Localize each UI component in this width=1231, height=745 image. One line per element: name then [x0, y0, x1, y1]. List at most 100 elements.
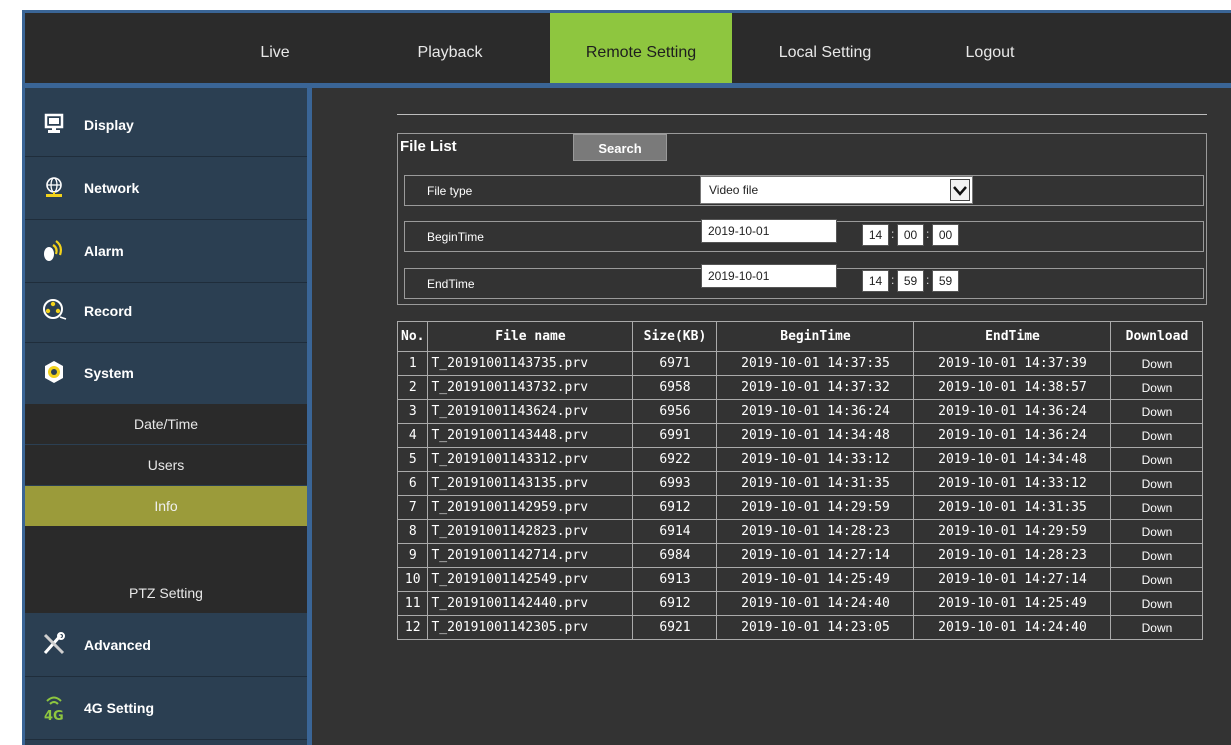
table-row[interactable]: 1 T_20191001143735.prv 6971 2019-10-01 14:3… [396, 351, 1204, 376]
time-separator: : [926, 273, 930, 287]
nav-logout[interactable]: Logout [930, 13, 1050, 83]
cell-end-time: 2019-10-01 14:27:14 [913, 567, 1112, 592]
end-date-input[interactable]: 2019-10-01 [701, 264, 837, 288]
table-row[interactable]: 12 T_20191001142305.prv 6921 2019-10-01 14:… [396, 615, 1204, 640]
sub-item-users[interactable]: Users [25, 445, 307, 485]
chevron-down-icon[interactable] [950, 179, 970, 201]
sidebar-item-system[interactable]: System [25, 342, 307, 405]
cell-size: 6958 [632, 375, 718, 400]
sidebar-item-label: Record [84, 303, 133, 319]
download-link[interactable]: Down [1110, 471, 1204, 496]
cell-begin-time: 2019-10-01 14:33:12 [716, 447, 915, 472]
sidebar-item-label: Display [84, 117, 134, 133]
end-second-input[interactable]: 59 [932, 270, 959, 292]
download-link[interactable]: Down [1110, 615, 1204, 640]
film-reel-icon [41, 297, 67, 323]
4g-signal-icon: 4G [41, 694, 67, 722]
begin-minute-input[interactable]: 00 [897, 224, 924, 246]
sub-item-date-time[interactable]: Date/Time [25, 404, 307, 444]
sidebar-item-label: 4G Setting [84, 700, 155, 716]
col-header-no: No. [396, 321, 429, 352]
sub-item-blank [25, 526, 307, 576]
cell-size: 6912 [632, 495, 718, 520]
file-type-select[interactable]: Video file [700, 176, 973, 204]
sidebar-item-alarm[interactable]: Alarm [25, 220, 307, 283]
table-row[interactable]: 7 T_20191001142959.prv 6912 2019-10-01 14:2… [396, 495, 1204, 520]
cell-no: 10 [396, 567, 429, 592]
download-link[interactable]: Down [1110, 351, 1204, 376]
cell-size: 6956 [632, 399, 718, 424]
cell-end-time: 2019-10-01 14:28:23 [913, 543, 1112, 568]
download-link[interactable]: Down [1110, 519, 1204, 544]
cell-no: 4 [396, 423, 429, 448]
top-navigation: Live Playback Remote Setting Local Setti… [25, 13, 1231, 83]
sidebar-item-advanced[interactable]: Advanced [25, 614, 307, 677]
cell-file-name: T_20191001142440.prv [427, 591, 634, 616]
sidebar-item-display[interactable]: Display [25, 94, 307, 157]
download-link[interactable]: Down [1110, 447, 1204, 472]
cell-no: 6 [396, 471, 429, 496]
table-row[interactable]: 6 T_20191001143135.prv 6993 2019-10-01 14:3… [396, 471, 1204, 496]
monitor-icon [41, 111, 67, 137]
cell-file-name: T_20191001142714.prv [427, 543, 634, 568]
table-header-row: No. File name Size(KB) BeginTime EndTime… [396, 321, 1204, 352]
download-link[interactable]: Down [1110, 495, 1204, 520]
download-link[interactable]: Down [1110, 543, 1204, 568]
download-link[interactable]: Down [1110, 567, 1204, 592]
end-time-label: EndTime [427, 277, 475, 291]
table-row[interactable]: 11 T_20191001142440.prv 6912 2019-10-01 14:… [396, 591, 1204, 616]
table-row[interactable]: 3 T_20191001143624.prv 6956 2019-10-01 14:3… [396, 399, 1204, 424]
table-row[interactable]: 4 T_20191001143448.prv 6991 2019-10-01 14:3… [396, 423, 1204, 448]
sidebar: Display Network Alarm Record System Date… [25, 88, 307, 745]
time-separator: : [891, 273, 895, 287]
nav-local-setting[interactable]: Local Setting [745, 13, 905, 83]
begin-hour-input[interactable]: 14 [862, 224, 889, 246]
cell-file-name: T_20191001143624.prv [427, 399, 634, 424]
col-header-size: Size(KB) [632, 321, 718, 352]
download-link[interactable]: Down [1110, 375, 1204, 400]
nav-live[interactable]: Live [195, 13, 355, 83]
download-link[interactable]: Down [1110, 399, 1204, 424]
sidebar-item-4g-setting[interactable]: 4G 4G Setting [25, 677, 307, 740]
cell-begin-time: 2019-10-01 14:34:48 [716, 423, 915, 448]
svg-text:4G: 4G [44, 709, 64, 722]
sidebar-item-label: System [84, 365, 134, 381]
sub-item-ptz-setting[interactable]: PTZ Setting [25, 573, 307, 613]
cell-end-time: 2019-10-01 14:36:24 [913, 399, 1112, 424]
nav-remote-setting[interactable]: Remote Setting [550, 13, 732, 83]
table-row[interactable]: 2 T_20191001143732.prv 6958 2019-10-01 14:3… [396, 375, 1204, 400]
table-row[interactable]: 10 T_20191001142549.prv 6913 2019-10-01 14:… [396, 567, 1204, 592]
nav-playback[interactable]: Playback [380, 13, 520, 83]
table-row[interactable]: 9 T_20191001142714.prv 6984 2019-10-01 14:2… [396, 543, 1204, 568]
cell-begin-time: 2019-10-01 14:25:49 [716, 567, 915, 592]
col-header-file-name: File name [427, 321, 634, 352]
cell-begin-time: 2019-10-01 14:27:14 [716, 543, 915, 568]
time-separator: : [891, 227, 895, 241]
begin-second-input[interactable]: 00 [932, 224, 959, 246]
download-link[interactable]: Down [1110, 423, 1204, 448]
alarm-icon [41, 237, 67, 263]
search-button[interactable]: Search [573, 134, 667, 161]
download-link[interactable]: Down [1110, 591, 1204, 616]
end-minute-input[interactable]: 59 [897, 270, 924, 292]
cell-end-time: 2019-10-01 14:33:12 [913, 471, 1112, 496]
cell-no: 9 [396, 543, 429, 568]
cell-begin-time: 2019-10-01 14:37:32 [716, 375, 915, 400]
begin-date-input[interactable]: 2019-10-01 [701, 219, 837, 243]
cell-begin-time: 2019-10-01 14:24:40 [716, 591, 915, 616]
cell-size: 6993 [632, 471, 718, 496]
end-hour-input[interactable]: 14 [862, 270, 889, 292]
table-row[interactable]: 8 T_20191001142823.prv 6914 2019-10-01 14:2… [396, 519, 1204, 544]
cell-no: 3 [396, 399, 429, 424]
cell-end-time: 2019-10-01 14:38:57 [913, 375, 1112, 400]
cell-size: 6984 [632, 543, 718, 568]
cell-size: 6914 [632, 519, 718, 544]
cell-begin-time: 2019-10-01 14:37:35 [716, 351, 915, 376]
sub-item-info[interactable]: Info [25, 486, 307, 526]
begin-time-label: BeginTime [427, 230, 484, 244]
table-row[interactable]: 5 T_20191001143312.prv 6922 2019-10-01 14:3… [396, 447, 1204, 472]
sidebar-item-record[interactable]: Record [25, 280, 307, 343]
sidebar-item-network[interactable]: Network [25, 157, 307, 220]
sidebar-item-label: Advanced [84, 637, 151, 653]
cell-begin-time: 2019-10-01 14:31:35 [716, 471, 915, 496]
